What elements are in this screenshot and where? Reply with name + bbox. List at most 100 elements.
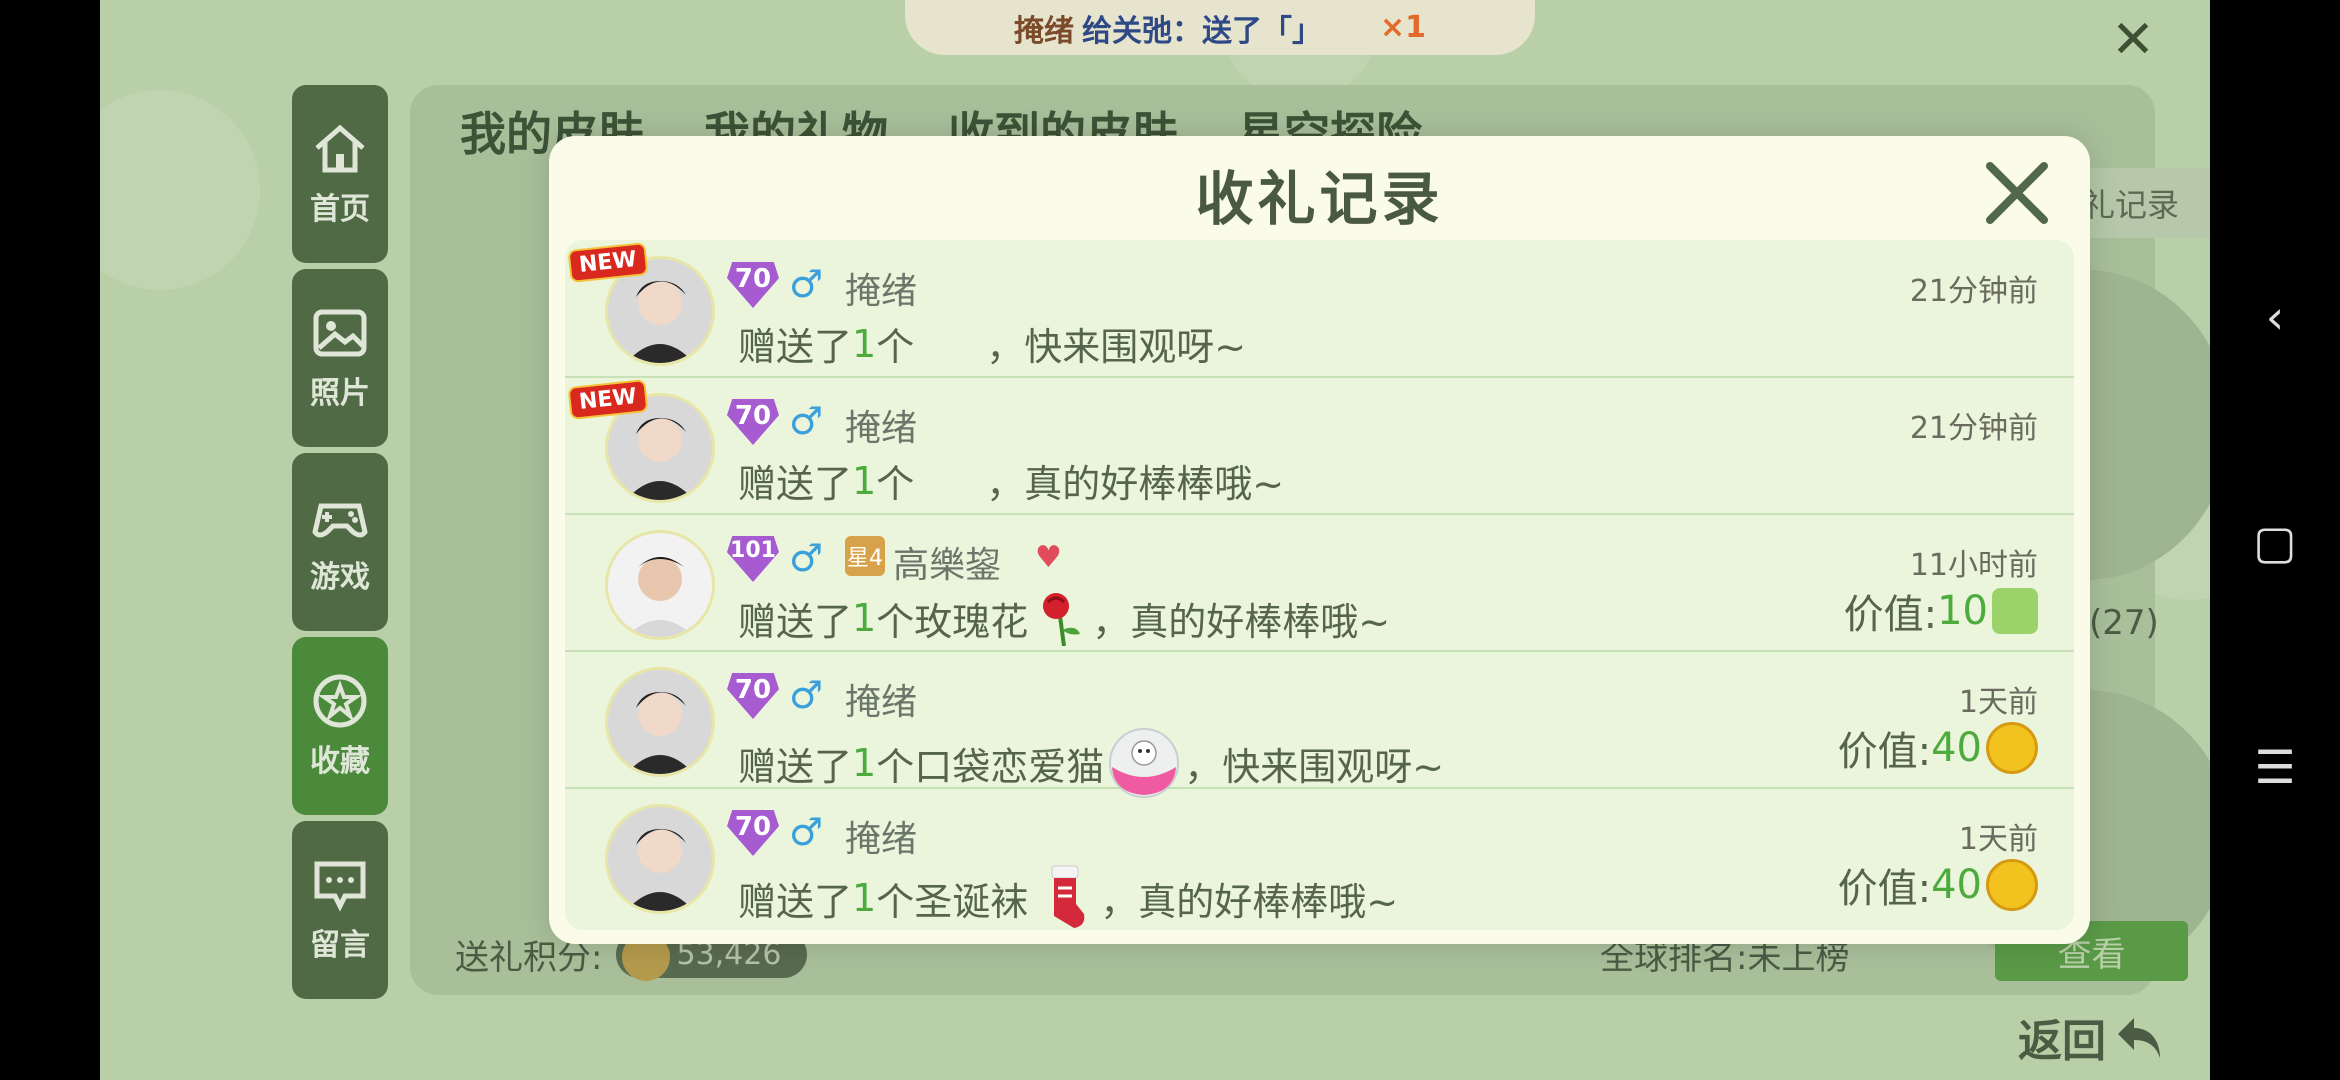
level-badge: 70 [727, 810, 779, 856]
male-icon: ♂ [789, 399, 824, 443]
gift-marquee: 掩绪 给关弛：送了「」 ×1 [905, 0, 1535, 55]
back-button[interactable]: 返回 [2018, 1005, 2166, 1069]
sender-name: 掩绪 [845, 408, 918, 449]
rose-icon [1043, 593, 1081, 646]
list-item[interactable]: NEW 70 ♂ 掩绪 21分钟前 赠送了 1 个 ，真的好棒棒哦~ [565, 377, 2074, 515]
sidebar-item-label: 游戏 [310, 560, 370, 595]
christmas-stocking-icon [1051, 865, 1085, 928]
sidebar-item-label: 照片 [310, 376, 370, 411]
male-icon: ♂ [789, 536, 824, 580]
male-icon: ♂ [789, 673, 824, 717]
timestamp: 21分钟前 [1909, 274, 2038, 309]
gift-qty: 1 [852, 458, 877, 503]
gift-record-list: NEW 70 ♂ 掩绪 21分钟前 赠送了 1 个 ，快来围观呀~ NEW 70… [565, 240, 2074, 930]
value-amount: 10 [1937, 588, 1988, 634]
home-nav-icon[interactable]: ▢ [2210, 515, 2340, 569]
sidebar-item-label: 收藏 [310, 744, 370, 779]
avatar[interactable] [605, 804, 715, 914]
avatar[interactable] [605, 530, 715, 640]
gold-coin-icon [1986, 859, 2038, 911]
timestamp: 1天前 [1958, 822, 2038, 857]
back-nav-icon[interactable]: ‹ [2210, 290, 2340, 344]
list-item[interactable]: 70 ♂ 掩绪 1天前 赠送了 1 个 圣诞袜 ，真的好棒棒哦~ 价值: 40 [565, 788, 2074, 928]
system-nav-bar: ‹ ▢ ☰ [2210, 0, 2340, 1080]
value-amount: 40 [1931, 862, 1982, 908]
gift-name: 玫瑰花 [914, 599, 1029, 644]
msg-suffix: ，真的好棒棒哦~ [986, 462, 1285, 506]
msg-unit: 个 [876, 599, 915, 644]
msg-unit: 个 [876, 879, 915, 924]
msg-unit: 个 [876, 462, 915, 506]
green-gem-icon [1992, 588, 2038, 634]
recents-nav-icon[interactable]: ☰ [2210, 740, 2340, 794]
gift-message: 赠送了 1 个 ，快来围观呀~ [738, 316, 1246, 371]
value-amount: 40 [1931, 725, 1982, 771]
msg-suffix: ，快来围观呀~ [1184, 744, 1445, 789]
star-rank-badge: 星4 [845, 536, 885, 576]
gift-qty: 1 [852, 741, 877, 785]
sidebar-item-favorites[interactable]: 收藏 [292, 637, 388, 815]
home-icon [315, 124, 365, 173]
msg-prefix: 赠送了 [738, 325, 853, 369]
value-label: 价值: [1837, 866, 1932, 912]
gift-qty: 1 [852, 876, 877, 920]
value-label: 价值: [1843, 592, 1938, 638]
avatar[interactable]: NEW [567, 379, 715, 503]
sender-name: 掩绪 [845, 819, 918, 860]
gold-coin-icon [1986, 722, 2038, 774]
msg-suffix: ，真的好棒棒哦~ [1100, 879, 1399, 924]
list-item[interactable]: 70 ♂ 掩绪 1天前 赠送了 1 个 口袋恋爱猫 ，快来围观呀~ 价值: 40 [565, 651, 2074, 798]
message-icon [314, 861, 366, 912]
level-badge: 70 [727, 399, 779, 445]
marquee-sender: 掩绪 [1013, 13, 1074, 49]
sender-name: 掩绪 [845, 682, 918, 723]
gift-name: 圣诞袜 [914, 879, 1029, 924]
msg-suffix: ，快来围观呀~ [986, 325, 1247, 369]
sidebar-item-label: 首页 [310, 192, 370, 227]
level-badge: 101 [727, 536, 779, 582]
star-icon [313, 674, 367, 728]
male-icon: ♂ [789, 262, 824, 306]
marquee-text: 给关弛：送了「」 [1081, 13, 1322, 49]
sidebar-item-photos[interactable]: 照片 [292, 269, 388, 447]
photo-icon [313, 309, 367, 357]
msg-prefix: 赠送了 [738, 462, 853, 506]
close-icon[interactable]: ✕ [2108, 14, 2158, 66]
list-item[interactable]: 101 ♂ 星4 高樂鋆 ♥ 11小时前 赠送了 1 个 玫瑰花 ，真的好棒棒哦… [565, 514, 2074, 652]
close-icon[interactable] [1982, 156, 2052, 226]
gift-qty: 1 [852, 321, 877, 366]
dialog-title: 收礼记录 [1195, 165, 1444, 233]
back-arrow-icon [2118, 1018, 2160, 1058]
level-badge: 70 [727, 673, 779, 719]
heart-icon: ♥ [1035, 540, 1062, 575]
msg-unit: 个 [876, 744, 915, 789]
timestamp: 21分钟前 [1909, 411, 2038, 446]
gamepad-icon [312, 503, 368, 538]
sidebar-item-home[interactable]: 首页 [292, 85, 388, 263]
timestamp: 11小时前 [1909, 548, 2038, 583]
male-icon: ♂ [789, 810, 824, 854]
gift-message: 赠送了 1 个 玫瑰花 ，真的好棒棒哦~ [738, 590, 1390, 646]
msg-prefix: 赠送了 [738, 879, 853, 924]
sender-name: 高樂鋆 [893, 545, 1002, 586]
msg-prefix: 赠送了 [738, 599, 853, 644]
sidebar-item-messages[interactable]: 留言 [292, 821, 388, 999]
gift-name: 口袋恋爱猫 [914, 744, 1105, 789]
back-label: 返回 [2018, 1016, 2106, 1067]
sidebar-item-label: 留言 [310, 928, 370, 963]
list-item[interactable]: NEW 70 ♂ 掩绪 21分钟前 赠送了 1 个 ，快来围观呀~ [565, 240, 2074, 378]
marquee-count: ×1 [1379, 10, 1426, 45]
msg-unit: 个 [876, 325, 915, 369]
avatar[interactable]: NEW [567, 242, 715, 366]
gift-value: 价值: 10 [1844, 582, 2038, 640]
app-window: 掩绪 给关弛：送了「」 ×1 ✕ 我的皮肤 我的礼物 收到的皮肤 星空探险 收礼… [100, 0, 2210, 1080]
gift-message: 赠送了 1 个 圣诞袜 ，真的好棒棒哦~ [738, 864, 1398, 930]
sidebar: 首页 照片 游戏 收藏 留言 [292, 85, 388, 1005]
msg-suffix: ，真的好棒棒哦~ [1092, 599, 1391, 644]
timestamp: 1天前 [1958, 685, 2038, 720]
gift-message: 赠送了 1 个 ，真的好棒棒哦~ [738, 453, 1284, 508]
avatar[interactable] [605, 667, 715, 777]
sidebar-item-games[interactable]: 游戏 [292, 453, 388, 631]
gift-value: 价值: 40 [1838, 856, 2038, 914]
sender-name: 掩绪 [845, 271, 918, 312]
